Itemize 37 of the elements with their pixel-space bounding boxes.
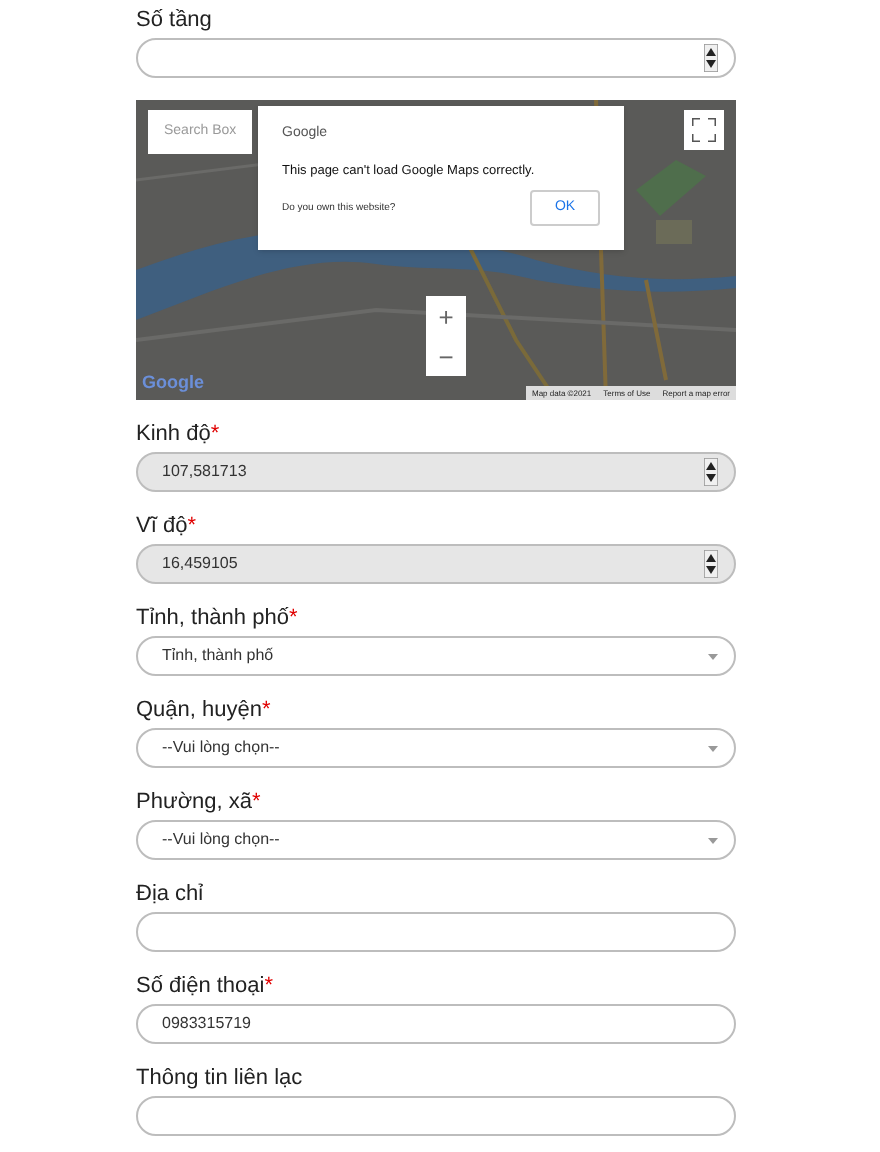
- zoom-out-button[interactable]: −: [426, 336, 466, 376]
- input-field[interactable]: [136, 38, 736, 78]
- field-value: 0983315719: [162, 1012, 253, 1036]
- required-mark: *: [187, 514, 196, 538]
- zoom-in-button[interactable]: +: [426, 296, 466, 336]
- field-value: Tỉnh, thành phố: [162, 644, 276, 668]
- select-field[interactable]: Tỉnh, thành phố: [136, 636, 736, 676]
- field-value: --Vui lòng chọn--: [162, 828, 282, 852]
- select-field[interactable]: --Vui lòng chọn--: [136, 820, 736, 860]
- caret-icon: [708, 837, 718, 843]
- required-mark: *: [264, 974, 273, 998]
- field-label: Kinh độ: [136, 422, 211, 446]
- field-value: 107,581713: [162, 460, 249, 484]
- field-label: Thông tin liên lạc: [136, 1066, 303, 1090]
- field-label: Quận, huyện: [136, 698, 262, 722]
- input-field[interactable]: [136, 912, 736, 952]
- field-label: Vĩ độ: [136, 514, 188, 538]
- required-mark: *: [288, 606, 298, 630]
- required-mark: *: [210, 422, 220, 446]
- fullscreen-button[interactable]: [684, 110, 724, 150]
- field-value: 16,459105: [162, 552, 240, 576]
- input-field[interactable]: [136, 1096, 736, 1136]
- caret-icon: [708, 745, 718, 751]
- select-field[interactable]: --Vui lòng chọn--: [136, 728, 736, 768]
- fullscreen-icon: [692, 118, 716, 142]
- field-label: Địa chỉ: [136, 882, 204, 906]
- field-label: Tỉnh, thành phố: [136, 606, 289, 630]
- google-logo: Google: [142, 369, 204, 396]
- field-label: Số tầng: [136, 8, 212, 32]
- field-value: --Vui lòng chọn--: [162, 736, 282, 760]
- required-mark: *: [262, 698, 271, 722]
- required-mark: *: [252, 790, 261, 814]
- spinner-icon[interactable]: [704, 44, 718, 72]
- input-field[interactable]: 0983315719: [136, 1004, 736, 1044]
- caret-icon: [708, 653, 718, 659]
- field-label: Phường, xã: [136, 790, 252, 814]
- field-label: Số điện thoại: [136, 974, 265, 998]
